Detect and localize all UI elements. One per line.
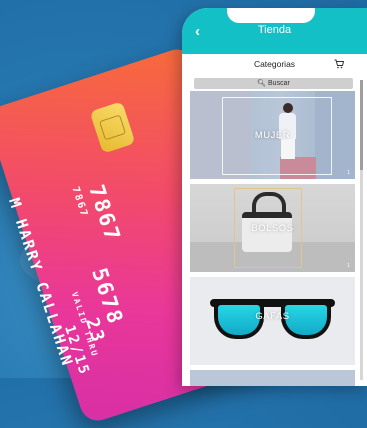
- scrollbar-thumb[interactable]: [360, 80, 363, 170]
- model-figure: [283, 103, 293, 113]
- categories-header: Categorias: [182, 54, 367, 74]
- card-holder-name: M HARRY CALLAHAN: [5, 195, 77, 370]
- category-label-gafas: GAFAS: [255, 311, 290, 322]
- search-icon: 🔍︎: [257, 80, 267, 87]
- cart-icon[interactable]: [333, 58, 345, 70]
- category-tile-bolsos[interactable]: BOLSOS 1: [190, 184, 355, 272]
- category-label-mujer: MUJER: [254, 130, 291, 141]
- category-count: 1: [347, 263, 350, 269]
- card-number-group-1: 7867: [84, 181, 126, 245]
- category-tile-next[interactable]: [190, 370, 355, 386]
- category-tile-gafas[interactable]: GAFAS: [190, 277, 355, 365]
- phone-mockup: ‹ Tienda Categorias 🔍︎ Buscar MUJER 1 BO…: [182, 8, 367, 386]
- category-label-bolsos: BOLSOS: [251, 223, 294, 234]
- back-arrow-icon[interactable]: ‹: [195, 23, 200, 40]
- search-label: Buscar: [268, 80, 290, 87]
- category-tile-mujer[interactable]: MUJER 1: [190, 91, 355, 179]
- search-button[interactable]: 🔍︎ Buscar: [194, 78, 353, 89]
- category-count: 1: [347, 170, 350, 176]
- app-title: Tienda: [257, 24, 292, 36]
- card-chip-icon: [89, 101, 136, 154]
- page-title: Categorias: [253, 59, 296, 69]
- phone-notch: [227, 8, 315, 23]
